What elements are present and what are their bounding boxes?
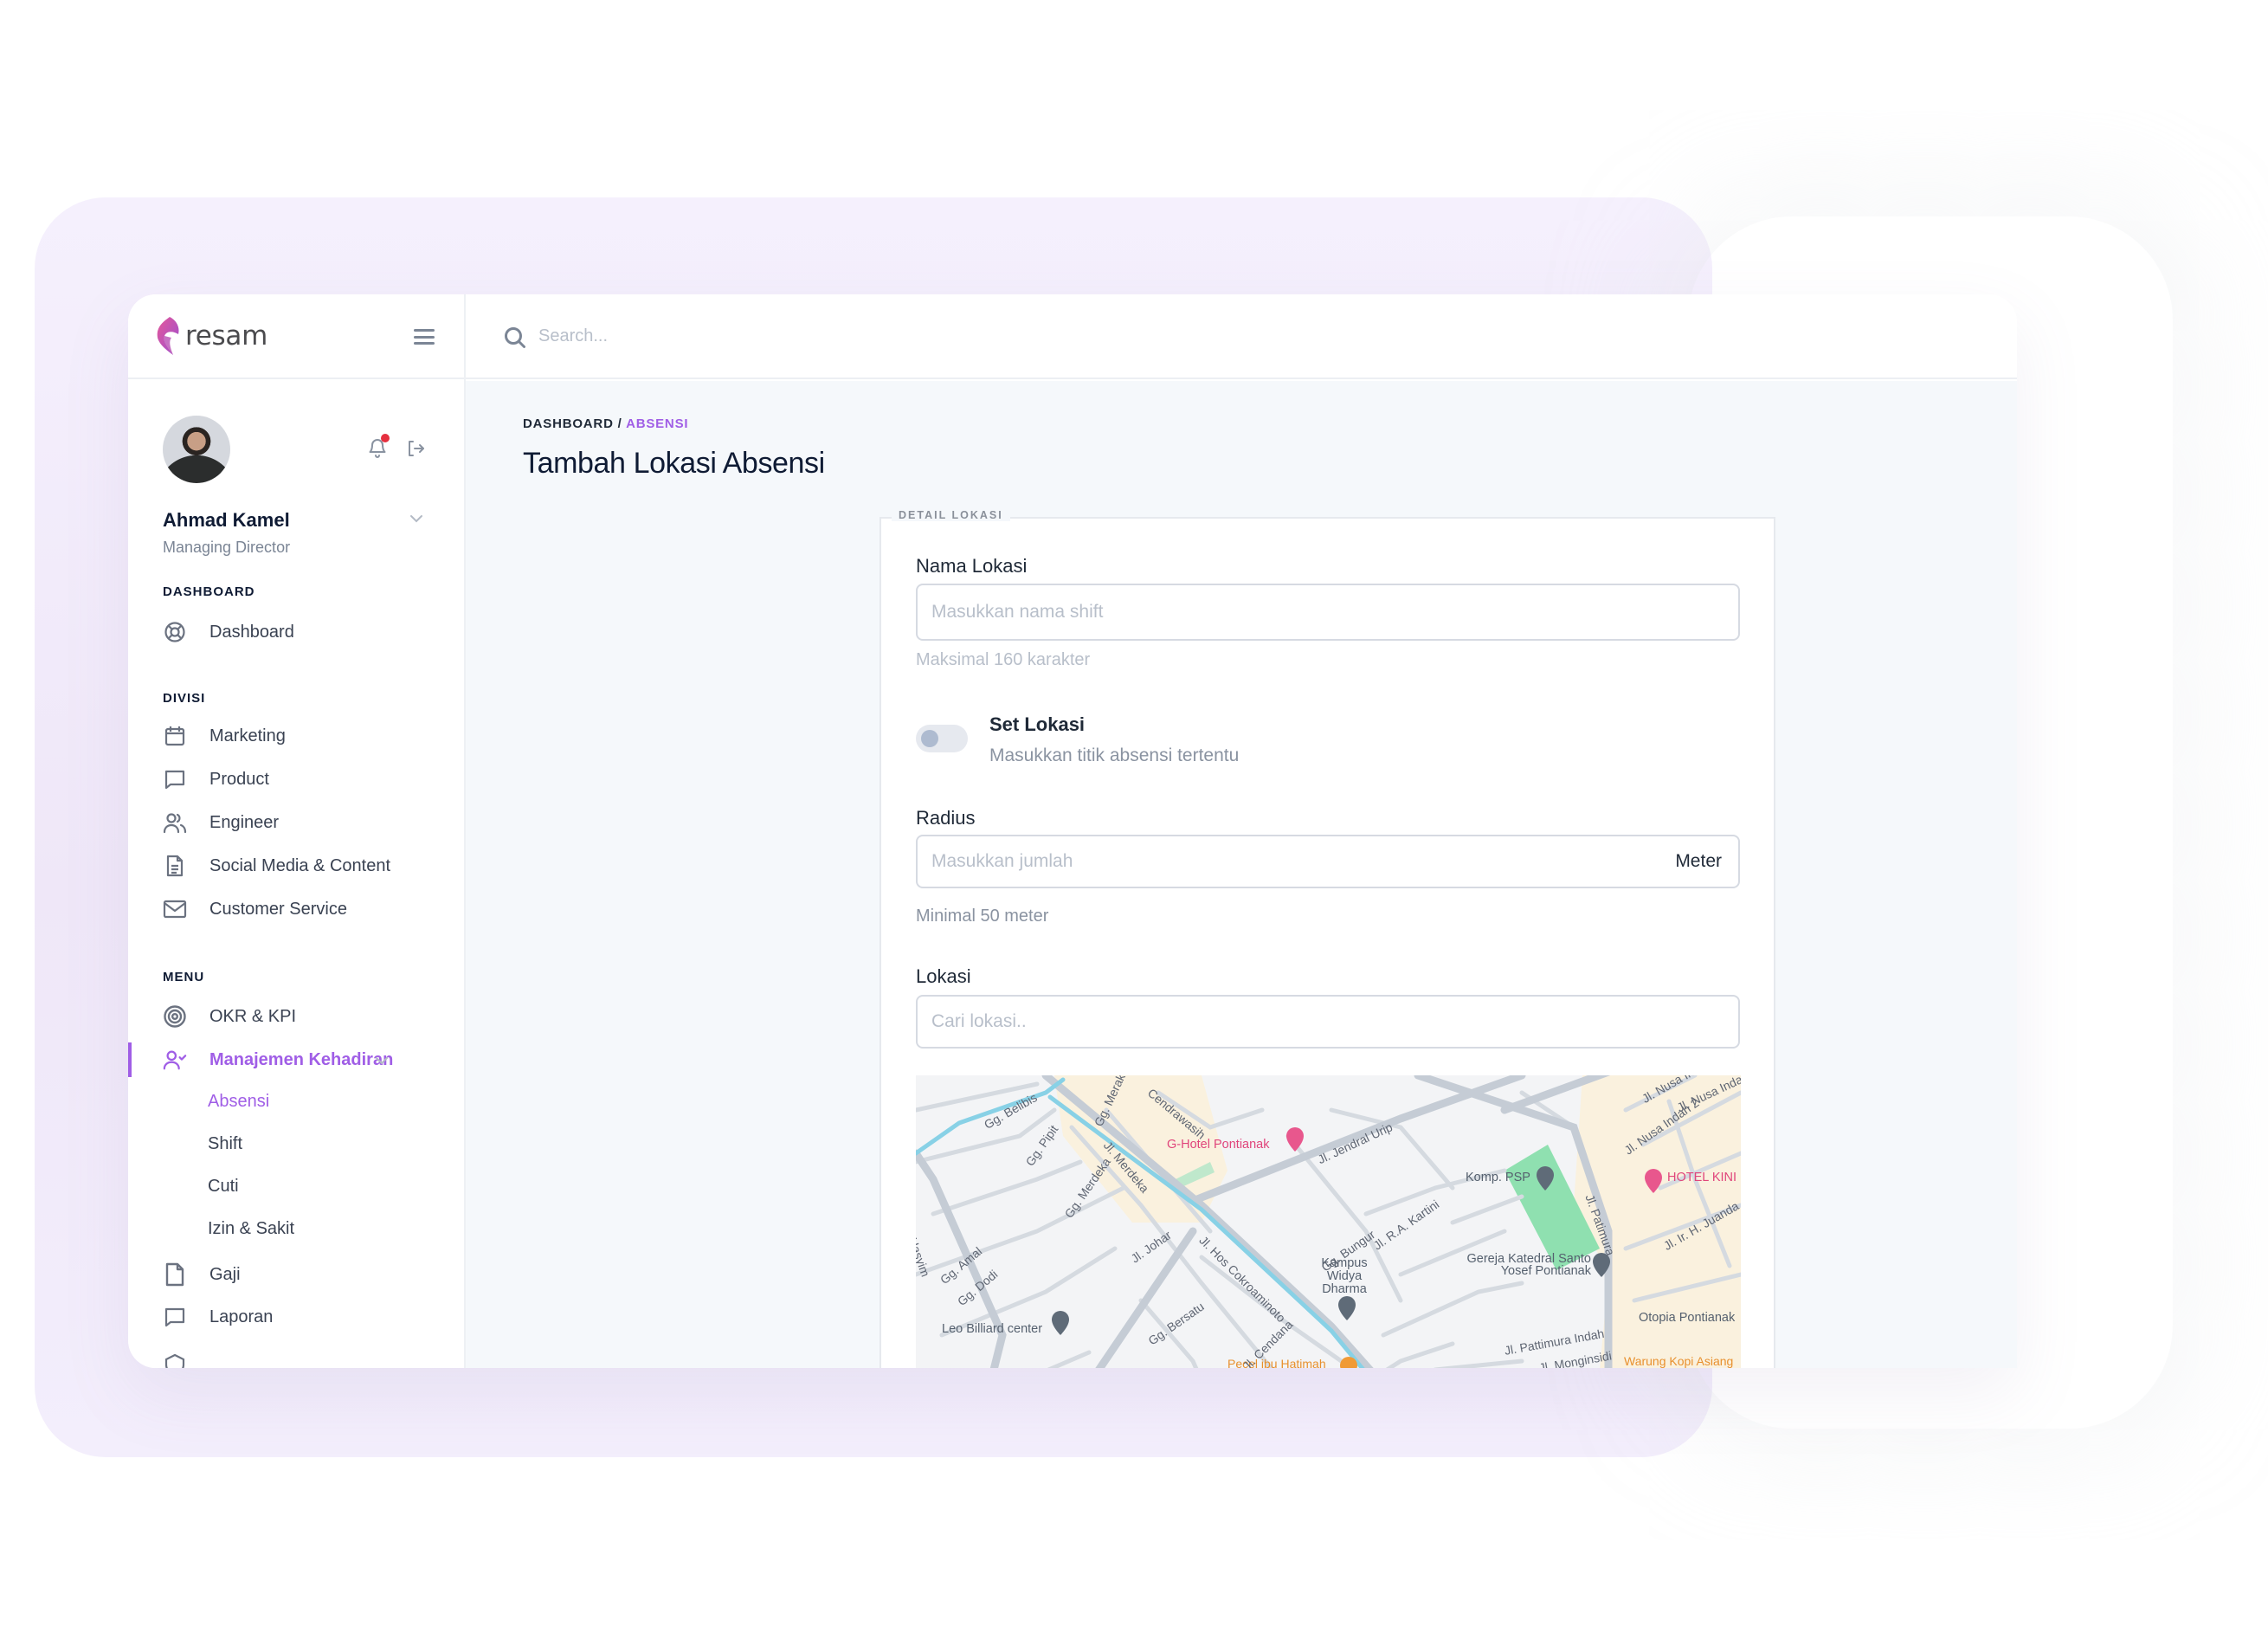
calendar-icon	[163, 724, 187, 748]
sidebar-item-label: Marketing	[209, 726, 286, 745]
notification-button[interactable]	[367, 434, 390, 459]
notification-dot	[381, 434, 390, 442]
user-name: Ahmad Kamel	[163, 509, 290, 531]
map-place-label: Leo Billiard center	[942, 1322, 1043, 1336]
sidebar-item-engineer[interactable]: Engineer	[163, 807, 440, 838]
chat-bubble-icon	[163, 1305, 187, 1329]
chevron-down-icon	[376, 1057, 388, 1065]
nama-lokasi-help: Maksimal 160 karakter	[916, 650, 1091, 669]
breadcrumb-root[interactable]: DASHBOARD	[523, 416, 614, 431]
sidebar-subitem-izin-sakit[interactable]: Izin & Sakit	[208, 1219, 294, 1239]
sidebar-item-dashboard[interactable]: Dashboard	[163, 616, 440, 648]
map-place-label: Otopia Pontianak	[1639, 1311, 1736, 1325]
active-indicator	[128, 1042, 132, 1077]
users-icon	[163, 810, 187, 835]
breadcrumb: DASHBOARD / ABSENSI	[523, 416, 688, 431]
mail-icon	[163, 897, 187, 921]
app-window: resam Ahmad Kamel Managing Director DASH…	[128, 294, 2017, 1368]
user-role: Managing Director	[163, 539, 291, 556]
search-input[interactable]	[538, 320, 1058, 352]
sidebar-item-label: OKR & KPI	[209, 1006, 297, 1026]
topbar	[466, 294, 2017, 379]
set-lokasi-description: Masukkan titik absensi tertentu	[989, 745, 1240, 765]
brand-name: resam	[185, 320, 267, 352]
sidebar-item-label: Customer Service	[209, 899, 347, 919]
sidebar-subitem-absensi[interactable]: Absensi	[208, 1092, 269, 1112]
sidebar-subitem-cuti[interactable]: Cuti	[208, 1177, 239, 1197]
sidebar: resam Ahmad Kamel Managing Director DASH…	[128, 294, 466, 1368]
page-title: Tambah Lokasi Absensi	[523, 447, 825, 480]
radius-label: Radius	[916, 807, 976, 829]
hamburger-icon[interactable]	[414, 329, 435, 345]
document-icon	[163, 854, 187, 878]
sidebar-item-customer-service[interactable]: Customer Service	[163, 894, 440, 925]
sidebar-item-label: Laporan	[209, 1307, 274, 1326]
target-icon	[163, 1004, 187, 1029]
search-icon	[505, 327, 525, 348]
lifebuoy-icon	[163, 620, 187, 644]
shield-icon	[163, 1352, 187, 1368]
location-map[interactable]: G-Hotel Pontianak HOTEL KINI Komp. PSP G…	[916, 1075, 1741, 1368]
sidebar-item-social-media[interactable]: Social Media & Content	[163, 850, 440, 881]
section-title-divisi: DIVISI	[163, 691, 206, 706]
section-title-menu: MENU	[163, 970, 205, 984]
user-profile: Ahmad Kamel Managing Director	[163, 416, 440, 556]
map-place-label: Komp. PSP	[1466, 1171, 1530, 1184]
breadcrumb-separator: /	[613, 416, 627, 431]
chat-bubble-icon	[163, 767, 187, 791]
sidebar-item-manajemen-kehadiran[interactable]: Manajemen Kehadiran	[163, 1044, 440, 1075]
radius-help: Minimal 50 meter	[916, 907, 1049, 926]
sidebar-item-label: Social Media & Content	[209, 855, 391, 875]
avatar[interactable]	[163, 416, 230, 483]
sidebar-item-okr-kpi[interactable]: OKR & KPI	[163, 1001, 440, 1032]
logout-icon	[409, 441, 424, 456]
fieldset-legend: DETAIL LOKASI	[892, 509, 1010, 521]
lokasi-search-input[interactable]	[916, 995, 1740, 1049]
map-place-label: HOTEL KINI	[1667, 1171, 1737, 1184]
lokasi-label: Lokasi	[916, 965, 971, 987]
brand-logo[interactable]: resam	[154, 315, 267, 357]
nama-lokasi-input[interactable]	[916, 584, 1740, 641]
sidebar-item-product[interactable]: Product	[163, 764, 440, 795]
sidebar-header: resam	[128, 294, 464, 379]
map-place-label: Gereja Katedral Santo Yosef Pontianak	[1466, 1252, 1591, 1278]
breadcrumb-current: ABSENSI	[626, 416, 689, 431]
sidebar-item-cutoff	[163, 1349, 440, 1368]
sidebar-item-laporan[interactable]: Laporan	[163, 1301, 440, 1333]
sidebar-item-label: Dashboard	[209, 622, 294, 642]
nama-lokasi-label: Nama Lokasi	[916, 555, 1028, 577]
sidebar-item-marketing[interactable]: Marketing	[163, 720, 440, 752]
sidebar-item-gaji[interactable]: Gaji	[163, 1259, 440, 1290]
radius-unit: Meter	[1675, 851, 1722, 871]
set-lokasi-toggle[interactable]	[916, 725, 968, 752]
section-title-dashboard: DASHBOARD	[163, 584, 255, 599]
set-lokasi-title: Set Lokasi	[989, 713, 1086, 735]
sidebar-item-label: Engineer	[209, 812, 280, 832]
detail-lokasi-fieldset: DETAIL LOKASI Nama Lokasi Maksimal 160 k…	[879, 509, 1775, 1368]
map-place-label: G-Hotel Pontianak	[1167, 1138, 1270, 1152]
resam-logo-icon	[157, 317, 179, 355]
logout-button[interactable]	[405, 438, 426, 459]
sidebar-item-label: Gaji	[209, 1264, 241, 1284]
toggle-knob	[921, 730, 938, 747]
file-icon	[163, 1262, 187, 1287]
main-content: DASHBOARD / ABSENSI Tambah Lokasi Absens…	[466, 381, 2017, 1368]
radius-input[interactable]	[916, 835, 1740, 888]
sidebar-item-label: Manajemen Kehadiran	[209, 1049, 394, 1069]
chevron-down-icon[interactable]	[409, 511, 424, 526]
sidebar-subitem-shift[interactable]: Shift	[208, 1134, 242, 1154]
radius-field: Meter	[881, 835, 1774, 888]
sidebar-item-label: Product	[209, 769, 269, 789]
user-check-icon	[163, 1048, 187, 1072]
map-place-label: Warung Kopi Asiang	[1624, 1354, 1734, 1368]
